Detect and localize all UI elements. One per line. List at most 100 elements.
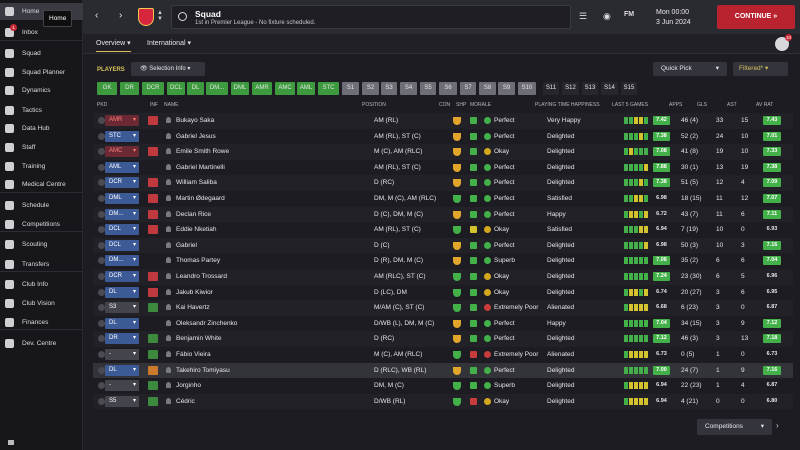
info-status-icon[interactable] xyxy=(148,365,158,375)
table-row[interactable]: DL ▾ Oleksandr Zinchenko D/WB (L), DM, M (… xyxy=(93,315,793,332)
position-chip-s5[interactable]: S5 xyxy=(420,82,436,95)
filtered-button[interactable]: Filtered* ▾ xyxy=(733,62,788,76)
info-status-icon[interactable] xyxy=(148,396,158,406)
position-chip-s4[interactable]: S4 xyxy=(400,82,417,95)
position-chip-s9[interactable]: S9 xyxy=(498,82,515,95)
club-crest-icon[interactable] xyxy=(138,8,154,26)
position-chip-dl[interactable]: DL xyxy=(187,82,204,95)
select-radio[interactable] xyxy=(98,226,105,234)
position-chip-amr[interactable]: AMR xyxy=(252,82,272,95)
column-header-position[interactable]: POSITION xyxy=(362,102,386,108)
position-chip-stc[interactable]: STC xyxy=(318,82,339,95)
column-header-av-rat[interactable]: AV RAT xyxy=(756,102,773,108)
picked-position-dropdown[interactable]: DR ▾ xyxy=(105,333,139,345)
select-radio[interactable] xyxy=(98,163,105,171)
table-row[interactable]: AML ▾ Gabriel Martinelli AM (RL), ST (C) Pe… xyxy=(93,159,793,176)
position-chip-s3[interactable]: S3 xyxy=(381,82,397,95)
forward-arrow-icon[interactable]: › xyxy=(119,10,122,21)
player-name[interactable]: Eddie Nketiah xyxy=(176,226,216,233)
select-radio[interactable] xyxy=(98,117,105,124)
player-name[interactable]: Oleksandr Zinchenko xyxy=(176,320,237,327)
position-chip-s6[interactable]: S6 xyxy=(439,82,457,95)
column-header-playing-time-happiness[interactable]: PLAYING TIME HAPPINESS xyxy=(535,102,600,108)
picked-position-dropdown[interactable]: DCL ▾ xyxy=(105,224,139,236)
picked-position-dropdown[interactable]: DM... ▾ xyxy=(105,255,139,267)
column-header-inf[interactable]: INF xyxy=(150,102,158,108)
back-arrow-icon[interactable]: ‹ xyxy=(95,10,98,21)
player-name[interactable]: Declan Rice xyxy=(176,211,211,218)
picked-position-dropdown[interactable]: S5 ▾ xyxy=(105,395,139,407)
select-radio[interactable] xyxy=(98,382,105,390)
position-chip-s2[interactable]: S2 xyxy=(362,82,379,95)
position-chip-s7[interactable]: S7 xyxy=(460,82,476,95)
picked-position-dropdown[interactable]: - ▾ xyxy=(105,349,139,360)
player-name[interactable]: Takehiro Tomiyasu xyxy=(176,367,230,374)
picked-position-dropdown[interactable]: DL ▾ xyxy=(105,364,139,376)
select-radio[interactable] xyxy=(98,257,105,265)
table-row[interactable]: - ▾ Fábio Vieira M (C), AM (RLC) Extremely … xyxy=(93,347,793,363)
chevron-right-icon[interactable]: › xyxy=(776,421,779,430)
position-chip-dml[interactable]: DML xyxy=(231,82,249,95)
position-chip-s13[interactable]: S13 xyxy=(582,82,598,95)
select-radio[interactable] xyxy=(98,335,105,343)
table-row[interactable]: S5 ▾ Cédric D/WB (RL) Okay Delighted 4 (21) 0 0… xyxy=(93,393,793,410)
info-status-icon[interactable] xyxy=(148,209,158,219)
player-name[interactable]: William Saliba xyxy=(176,179,217,186)
sidebar-item-squad[interactable]: Squad xyxy=(0,45,83,62)
info-status-icon[interactable] xyxy=(148,287,158,297)
info-status-icon[interactable] xyxy=(148,116,158,125)
table-row[interactable]: DM... ▾ Thomas Partey D (R), DM, M (C) Supe… xyxy=(93,253,793,269)
sidebar-item-club-info[interactable]: Club Info xyxy=(0,276,83,293)
position-chip-dcr[interactable]: DCR xyxy=(142,82,164,95)
picked-position-dropdown[interactable]: - ▾ xyxy=(105,380,139,392)
sidebar-item-staff[interactable]: Staff xyxy=(0,139,83,156)
picked-position-dropdown[interactable]: DM... ▾ xyxy=(105,208,139,220)
position-chip-s12[interactable]: S12 xyxy=(562,82,579,95)
position-chip-s1[interactable]: S1 xyxy=(342,82,359,95)
info-status-icon[interactable] xyxy=(148,350,158,359)
select-radio[interactable] xyxy=(98,288,105,296)
table-row[interactable]: DR ▾ Benjamin White D (RC) Perfect Delighted… xyxy=(93,331,793,347)
column-header-pkd[interactable]: PKD xyxy=(97,102,107,108)
info-status-icon[interactable] xyxy=(148,381,158,391)
column-header-name[interactable]: NAME xyxy=(164,102,178,108)
continue-button[interactable]: CONTINUE » xyxy=(717,5,795,29)
select-radio[interactable] xyxy=(98,351,105,358)
table-row[interactable]: - ▾ Jorginho DM, M (C) Superb Delighted 22 (2… xyxy=(93,378,793,394)
picked-position-dropdown[interactable]: DL ▾ xyxy=(105,317,139,329)
picked-position-dropdown[interactable]: AMR ▾ xyxy=(105,115,139,126)
sidebar-item-dev-centre[interactable]: Dev. Centre xyxy=(0,335,83,352)
table-row[interactable]: DM... ▾ Declan Rice D (C), DM, M (C) Perfec… xyxy=(93,206,793,223)
select-radio[interactable] xyxy=(98,148,105,156)
position-chip-gk[interactable]: GK xyxy=(97,82,117,95)
player-name[interactable]: Gabriel xyxy=(176,242,197,249)
select-radio[interactable] xyxy=(98,319,105,327)
info-status-icon[interactable] xyxy=(148,147,158,157)
position-chip-dcl[interactable]: DCL xyxy=(167,82,185,95)
sidebar-item-club-vision[interactable]: Club Vision xyxy=(0,295,83,312)
table-row[interactable]: AMR ▾ Bukayo Saka AM (RL) Perfect Very Happy… xyxy=(93,113,793,129)
selection-info-button[interactable]: 👁 Selection Info ▾ xyxy=(131,62,205,76)
club-icon[interactable]: ◉ xyxy=(603,11,615,23)
table-row[interactable]: S3 ▾ Kai Havertz M/AM (C), ST (C) Extremely… xyxy=(93,300,793,316)
player-name[interactable]: Emile Smith Rowe xyxy=(176,148,229,155)
picked-position-dropdown[interactable]: DCR ▾ xyxy=(105,177,139,189)
select-radio[interactable] xyxy=(98,397,105,405)
player-name[interactable]: Kai Havertz xyxy=(176,304,210,311)
player-name[interactable]: Jorginho xyxy=(176,382,201,389)
picked-position-dropdown[interactable]: DCR ▾ xyxy=(105,271,139,282)
select-radio[interactable] xyxy=(98,195,105,202)
column-header-con[interactable]: CON xyxy=(439,102,450,108)
info-status-icon[interactable] xyxy=(148,194,158,203)
sidebar-item-squad-planner[interactable]: Squad Planner xyxy=(0,64,83,81)
select-radio[interactable] xyxy=(98,273,105,280)
quick-pick-button[interactable]: Quick Pick ▾ xyxy=(653,62,727,76)
position-chip-amc[interactable]: AMC xyxy=(275,82,295,95)
info-status-icon[interactable] xyxy=(148,303,158,313)
table-row[interactable]: DCR ▾ William Saliba D (RC) Perfect Delighte… xyxy=(93,175,793,191)
info-status-icon[interactable] xyxy=(148,178,158,188)
player-name[interactable]: Jakub Kiwior xyxy=(176,289,213,296)
tab-overview[interactable]: Overview ▾ xyxy=(96,39,131,52)
settings-icon[interactable] xyxy=(8,440,14,445)
table-row[interactable]: DML ▾ Martin Ødegaard DM, M (C), AM (RLC) P… xyxy=(93,191,793,207)
